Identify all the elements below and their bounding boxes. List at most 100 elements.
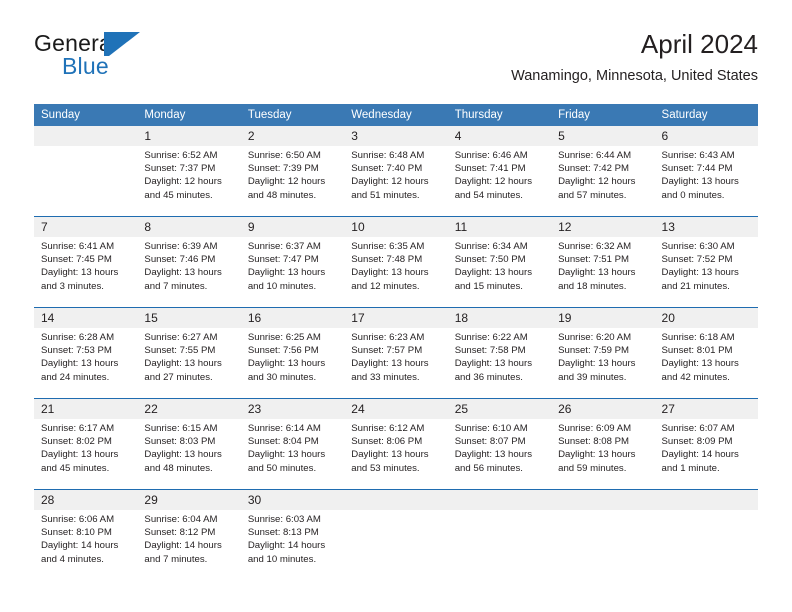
day-cell-empty bbox=[447, 510, 552, 571]
day-sunrise-text: Sunrise: 6:15 AM bbox=[144, 423, 218, 434]
day-cell-9[interactable]: Sunrise: 6:37 AM Sunset: 7:47 PM Daylight:… bbox=[240, 237, 345, 298]
day-number-9[interactable]: 9 bbox=[240, 217, 345, 237]
day-cell-16[interactable]: Sunrise: 6:25 AM Sunset: 7:56 PM Daylight:… bbox=[240, 328, 345, 389]
day-number-8[interactable]: 8 bbox=[137, 217, 241, 237]
day-number-empty bbox=[551, 490, 655, 510]
day-number-15[interactable]: 15 bbox=[137, 308, 241, 328]
day-cell-12[interactable]: Sunrise: 6:32 AM Sunset: 7:51 PM Daylight:… bbox=[551, 237, 655, 298]
day-cell-8[interactable]: Sunrise: 6:39 AM Sunset: 7:46 PM Daylight:… bbox=[137, 237, 241, 298]
day-cell-11[interactable]: Sunrise: 6:34 AM Sunset: 7:50 PM Daylight:… bbox=[447, 237, 552, 298]
day-daylight-text: and 57 minutes. bbox=[558, 189, 627, 201]
day-number-4[interactable]: 4 bbox=[447, 126, 552, 146]
day-cell-14[interactable]: Sunrise: 6:28 AM Sunset: 7:53 PM Daylight:… bbox=[34, 328, 138, 389]
day-number-14[interactable]: 14 bbox=[34, 308, 138, 328]
day-daylight-text: and 33 minutes. bbox=[351, 371, 420, 383]
day-daylight-text: and 45 minutes. bbox=[144, 189, 213, 201]
day-number-10[interactable]: 10 bbox=[344, 217, 448, 237]
day-number-3[interactable]: 3 bbox=[344, 126, 448, 146]
week-gap bbox=[34, 480, 758, 488]
day-cell-4[interactable]: Sunrise: 6:46 AM Sunset: 7:41 PM Daylight:… bbox=[447, 146, 552, 207]
brand-logo[interactable]: General Blue bbox=[34, 30, 254, 86]
day-cell-25[interactable]: Sunrise: 6:10 AM Sunset: 8:07 PM Daylight:… bbox=[447, 419, 552, 480]
day-daylight-text: Daylight: 13 hours bbox=[351, 449, 429, 461]
day-sunset-text: Sunset: 7:56 PM bbox=[247, 345, 319, 357]
day-number-18[interactable]: 18 bbox=[447, 308, 552, 328]
day-daylight-text: Daylight: 13 hours bbox=[454, 449, 533, 461]
day-daylight-text: Daylight: 13 hours bbox=[558, 267, 636, 279]
calendar-page: General Blue April 2024 Wanamingo, Minne… bbox=[0, 0, 792, 612]
day-number-row: 7 8 9 10 11 12 13 bbox=[34, 217, 758, 237]
day-number-empty bbox=[34, 126, 138, 146]
day-number-6[interactable]: 6 bbox=[654, 126, 758, 146]
day-sunrise-text: Sunrise: 6:03 AM bbox=[247, 514, 321, 525]
day-cell-27[interactable]: Sunrise: 6:07 AM Sunset: 8:09 PM Daylight:… bbox=[654, 419, 758, 480]
day-cell-17[interactable]: Sunrise: 6:23 AM Sunset: 7:57 PM Daylight:… bbox=[344, 328, 448, 389]
day-sunrise-text: Sunrise: 6:37 AM bbox=[247, 241, 321, 252]
day-number-29[interactable]: 29 bbox=[137, 490, 241, 510]
day-number-25[interactable]: 25 bbox=[447, 399, 552, 419]
day-daylight-text: and 7 minutes. bbox=[144, 280, 208, 292]
day-cell-13[interactable]: Sunrise: 6:30 AM Sunset: 7:52 PM Daylight:… bbox=[654, 237, 758, 298]
day-cell-7[interactable]: Sunrise: 6:41 AM Sunset: 7:45 PM Daylight:… bbox=[34, 237, 138, 298]
day-number-27[interactable]: 27 bbox=[654, 399, 758, 419]
page-subtitle: Wanamingo, Minnesota, United States bbox=[511, 68, 758, 84]
day-cell-28[interactable]: Sunrise: 6:06 AM Sunset: 8:10 PM Daylight:… bbox=[34, 510, 138, 571]
day-daylight-text: Daylight: 13 hours bbox=[558, 358, 636, 370]
day-details-row: Sunrise: 6:17 AM Sunset: 8:02 PM Daylight:… bbox=[34, 419, 758, 480]
day-cell-5[interactable]: Sunrise: 6:44 AM Sunset: 7:42 PM Daylight:… bbox=[551, 146, 655, 207]
day-number-2[interactable]: 2 bbox=[240, 126, 345, 146]
day-sunset-text: Sunset: 7:48 PM bbox=[351, 254, 423, 266]
day-daylight-text: and 12 minutes. bbox=[351, 280, 420, 292]
day-cell-23[interactable]: Sunrise: 6:14 AM Sunset: 8:04 PM Daylight:… bbox=[240, 419, 345, 480]
day-cell-29[interactable]: Sunrise: 6:04 AM Sunset: 8:12 PM Daylight:… bbox=[137, 510, 241, 571]
day-cell-15[interactable]: Sunrise: 6:27 AM Sunset: 7:55 PM Daylight:… bbox=[137, 328, 241, 389]
day-number-23[interactable]: 23 bbox=[240, 399, 345, 419]
day-cell-22[interactable]: Sunrise: 6:15 AM Sunset: 8:03 PM Daylight:… bbox=[137, 419, 241, 480]
weekday-header-friday: Friday bbox=[551, 104, 655, 126]
day-number-empty bbox=[447, 490, 552, 510]
day-cell-19[interactable]: Sunrise: 6:20 AM Sunset: 7:59 PM Daylight:… bbox=[551, 328, 655, 389]
day-cell-18[interactable]: Sunrise: 6:22 AM Sunset: 7:58 PM Daylight:… bbox=[447, 328, 552, 389]
day-cell-26[interactable]: Sunrise: 6:09 AM Sunset: 8:08 PM Daylight:… bbox=[551, 419, 655, 480]
day-daylight-text: and 4 minutes. bbox=[41, 553, 104, 565]
day-number-5[interactable]: 5 bbox=[551, 126, 655, 146]
day-number-22[interactable]: 22 bbox=[137, 399, 241, 419]
day-number-26[interactable]: 26 bbox=[551, 399, 655, 419]
day-number-24[interactable]: 24 bbox=[344, 399, 448, 419]
day-number-21[interactable]: 21 bbox=[34, 399, 138, 419]
day-daylight-text: Daylight: 13 hours bbox=[661, 267, 739, 279]
day-daylight-text: Daylight: 13 hours bbox=[144, 358, 222, 370]
day-cell-empty bbox=[344, 510, 448, 571]
day-number-1[interactable]: 1 bbox=[137, 126, 241, 146]
day-number-11[interactable]: 11 bbox=[447, 217, 552, 237]
day-cell-30[interactable]: Sunrise: 6:03 AM Sunset: 8:13 PM Daylight:… bbox=[240, 510, 345, 571]
day-number-7[interactable]: 7 bbox=[34, 217, 138, 237]
day-number-30[interactable]: 30 bbox=[240, 490, 345, 510]
day-number-12[interactable]: 12 bbox=[551, 217, 655, 237]
day-cell-10[interactable]: Sunrise: 6:35 AM Sunset: 7:48 PM Daylight:… bbox=[344, 237, 448, 298]
day-number-19[interactable]: 19 bbox=[551, 308, 655, 328]
day-daylight-text: and 53 minutes. bbox=[351, 462, 420, 474]
day-cell-20[interactable]: Sunrise: 6:18 AM Sunset: 8:01 PM Daylight:… bbox=[654, 328, 758, 389]
day-sunset-text: Sunset: 7:59 PM bbox=[558, 345, 630, 357]
day-number-17[interactable]: 17 bbox=[344, 308, 448, 328]
weekday-header-tuesday: Tuesday bbox=[240, 104, 345, 126]
day-sunset-text: Sunset: 7:40 PM bbox=[351, 163, 423, 175]
day-cell-24[interactable]: Sunrise: 6:12 AM Sunset: 8:06 PM Daylight:… bbox=[344, 419, 448, 480]
day-cell-6[interactable]: Sunrise: 6:43 AM Sunset: 7:44 PM Daylight:… bbox=[654, 146, 758, 207]
day-number-13[interactable]: 13 bbox=[654, 217, 758, 237]
calendar-table-body: 1 2 3 4 5 6 Sunrise: 6:52 AM Sunset: 7:37 PM Day… bbox=[34, 126, 758, 571]
day-cell-1[interactable]: Sunrise: 6:52 AM Sunset: 7:37 PM Daylight:… bbox=[137, 146, 241, 207]
day-sunrise-text: Sunrise: 6:09 AM bbox=[558, 423, 632, 434]
day-number-28[interactable]: 28 bbox=[34, 490, 138, 510]
day-daylight-text: Daylight: 13 hours bbox=[558, 449, 636, 461]
day-number-20[interactable]: 20 bbox=[654, 308, 758, 328]
day-sunset-text: Sunset: 7:55 PM bbox=[144, 345, 216, 357]
day-sunrise-text: Sunrise: 6:18 AM bbox=[661, 332, 735, 343]
day-cell-3[interactable]: Sunrise: 6:48 AM Sunset: 7:40 PM Daylight:… bbox=[344, 146, 448, 207]
day-daylight-text: Daylight: 13 hours bbox=[661, 176, 739, 188]
day-cell-2[interactable]: Sunrise: 6:50 AM Sunset: 7:39 PM Daylight:… bbox=[240, 146, 345, 207]
day-number-16[interactable]: 16 bbox=[240, 308, 345, 328]
day-cell-21[interactable]: Sunrise: 6:17 AM Sunset: 8:02 PM Daylight:… bbox=[34, 419, 138, 480]
day-details-row: Sunrise: 6:06 AM Sunset: 8:10 PM Daylight:… bbox=[34, 510, 758, 571]
